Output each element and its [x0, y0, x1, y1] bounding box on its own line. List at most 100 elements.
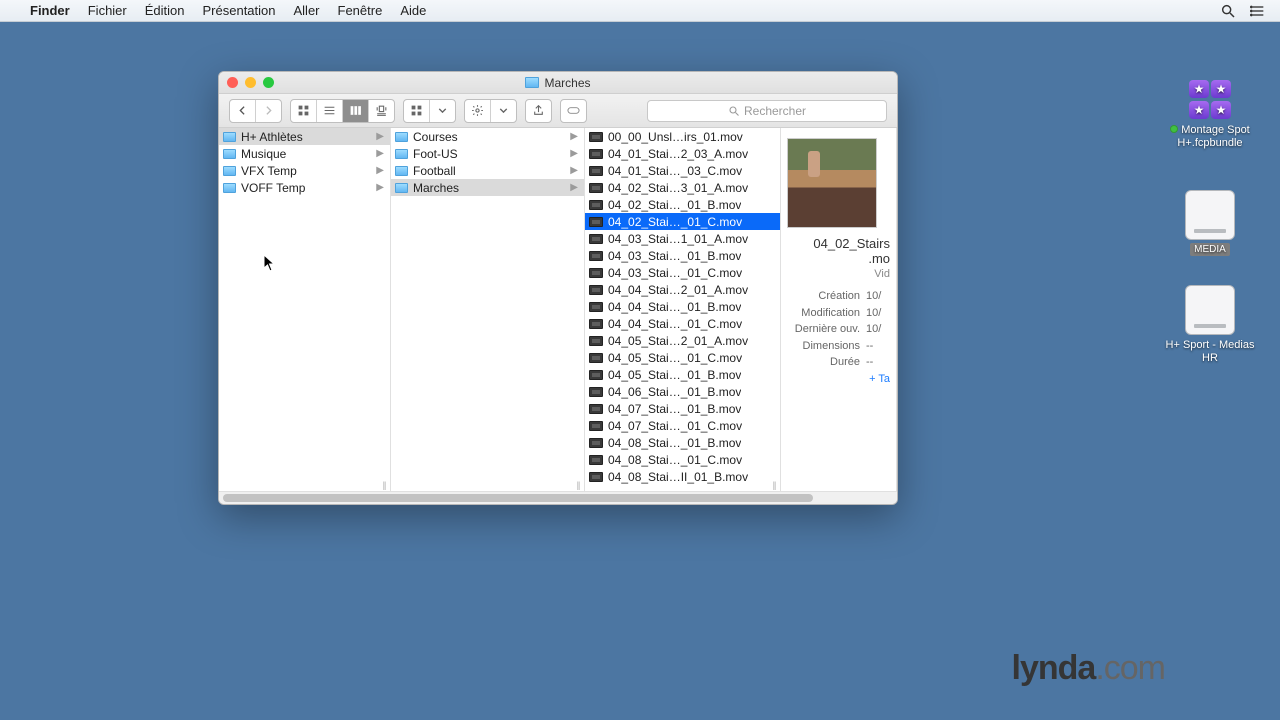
list-item-label: 04_02_Stai…_01_B.mov: [608, 198, 741, 212]
mouse-cursor-icon: [263, 254, 277, 275]
icon-view-button[interactable]: [291, 100, 317, 122]
forward-button[interactable]: [256, 100, 281, 122]
folder-icon: [395, 183, 408, 193]
desktop-icon-fcpbundle[interactable]: ★★★★ Montage Spot H+.fcpbundle: [1160, 80, 1260, 150]
movie-icon: [589, 472, 603, 482]
list-item[interactable]: 04_02_Stai…3_01_A.mov: [585, 179, 780, 196]
list-item[interactable]: Football▶: [391, 162, 584, 179]
drive-icon: [1185, 190, 1235, 240]
list-item[interactable]: VFX Temp▶: [219, 162, 390, 179]
menu-edit[interactable]: Édition: [145, 3, 185, 18]
column-2[interactable]: 00_00_Unsl…irs_01.mov04_01_Stai…2_03_A.m…: [585, 128, 781, 491]
list-item-label: 04_07_Stai…_01_C.mov: [608, 419, 742, 433]
list-item[interactable]: Musique▶: [219, 145, 390, 162]
list-item[interactable]: 00_00_Unsl…irs_01.mov: [585, 128, 780, 145]
list-item[interactable]: 04_08_Stai…II_01_B.mov: [585, 468, 780, 485]
action-button[interactable]: [464, 99, 517, 123]
menu-app[interactable]: Finder: [30, 3, 70, 18]
list-item[interactable]: 04_07_Stai…_01_B.mov: [585, 400, 780, 417]
column-0[interactable]: H+ Athlètes▶Musique▶VFX Temp▶VOFF Temp▶|…: [219, 128, 391, 491]
finder-window: Marches Rechercher: [218, 71, 898, 505]
folder-icon: [223, 183, 236, 193]
list-item[interactable]: 04_08_Stai…_01_B.mov: [585, 434, 780, 451]
list-item[interactable]: Courses▶: [391, 128, 584, 145]
list-item[interactable]: 04_04_Stai…_01_C.mov: [585, 315, 780, 332]
spotlight-icon[interactable]: [1220, 3, 1236, 19]
movie-icon: [589, 336, 603, 346]
meta-value: 10/: [866, 305, 890, 322]
meta-value: 10/: [866, 288, 890, 305]
menu-view[interactable]: Présentation: [203, 3, 276, 18]
search-input[interactable]: Rechercher: [647, 100, 887, 122]
menu-bar: Finder Fichier Édition Présentation Alle…: [0, 0, 1280, 22]
list-item[interactable]: 04_07_Stai…_01_C.mov: [585, 417, 780, 434]
column-resize-handle[interactable]: ||: [574, 480, 582, 490]
menu-help[interactable]: Aide: [400, 3, 426, 18]
list-item-label: 04_08_Stai…_01_C.mov: [608, 453, 742, 467]
horizontal-scrollbar[interactable]: [219, 491, 897, 504]
column-resize-handle[interactable]: ||: [380, 480, 388, 490]
window-titlebar[interactable]: Marches: [219, 72, 897, 94]
coverflow-view-button[interactable]: [369, 100, 394, 122]
desktop-icon-media[interactable]: MEDIA: [1160, 190, 1260, 256]
list-item[interactable]: 04_03_Stai…1_01_A.mov: [585, 230, 780, 247]
add-tags-link[interactable]: + Ta: [787, 373, 890, 385]
menu-file[interactable]: Fichier: [88, 3, 127, 18]
list-item-label: Football: [413, 164, 456, 178]
list-item-label: 04_04_Stai…2_01_A.mov: [608, 283, 748, 297]
folder-icon: [395, 132, 408, 142]
fcpbundle-icon: ★★★★: [1187, 80, 1233, 120]
list-item[interactable]: 04_05_Stai…_01_B.mov: [585, 366, 780, 383]
movie-icon: [589, 302, 603, 312]
list-item[interactable]: 04_03_Stai…_01_C.mov: [585, 264, 780, 281]
zoom-button[interactable]: [263, 77, 274, 88]
chevron-down-icon: [430, 100, 455, 122]
list-item[interactable]: 04_05_Stai…2_01_A.mov: [585, 332, 780, 349]
list-view-button[interactable]: [317, 100, 343, 122]
minimize-button[interactable]: [245, 77, 256, 88]
scrollbar-thumb[interactable]: [223, 494, 813, 502]
menu-window[interactable]: Fenêtre: [338, 3, 383, 18]
meta-key: Modification: [787, 305, 860, 322]
list-item[interactable]: 04_03_Stai…_01_B.mov: [585, 247, 780, 264]
list-item-label: 04_04_Stai…_01_B.mov: [608, 300, 741, 314]
chevron-right-icon: ▶: [376, 182, 384, 193]
list-item-label: VFX Temp: [241, 164, 297, 178]
menu-go[interactable]: Aller: [294, 3, 320, 18]
arrange-button[interactable]: [403, 99, 456, 123]
movie-icon: [589, 132, 603, 142]
list-item[interactable]: 04_01_Stai…_03_C.mov: [585, 162, 780, 179]
list-item-label: 04_01_Stai…_03_C.mov: [608, 164, 742, 178]
list-item-label: 04_08_Stai…II_01_B.mov: [608, 470, 748, 484]
toolbar: Rechercher: [219, 94, 897, 128]
tag-icon: [561, 100, 586, 122]
list-item[interactable]: 04_01_Stai…2_03_A.mov: [585, 145, 780, 162]
list-item[interactable]: 04_04_Stai…2_01_A.mov: [585, 281, 780, 298]
meta-key: Dernière ouv.: [787, 321, 860, 338]
close-button[interactable]: [227, 77, 238, 88]
meta-key: Création: [787, 288, 860, 305]
list-item[interactable]: 04_02_Stai…_01_B.mov: [585, 196, 780, 213]
list-item[interactable]: 04_04_Stai…_01_B.mov: [585, 298, 780, 315]
desktop-label-fcpbundle: Montage Spot H+.fcpbundle: [1177, 124, 1249, 149]
column-resize-handle[interactable]: ||: [770, 480, 778, 490]
list-item[interactable]: 04_02_Stai…_01_C.mov: [585, 213, 780, 230]
share-button[interactable]: [525, 99, 552, 123]
list-item[interactable]: 04_06_Stai…_01_B.mov: [585, 383, 780, 400]
window-title: Marches: [544, 76, 590, 90]
chevron-right-icon: ▶: [570, 182, 578, 193]
list-item[interactable]: 04_08_Stai…_01_C.mov: [585, 451, 780, 468]
list-item[interactable]: H+ Athlètes▶: [219, 128, 390, 145]
folder-icon: [395, 166, 408, 176]
list-item[interactable]: VOFF Temp▶: [219, 179, 390, 196]
list-item[interactable]: Marches▶: [391, 179, 584, 196]
movie-icon: [589, 404, 603, 414]
tags-button[interactable]: [560, 99, 587, 123]
desktop-icon-hplus[interactable]: H+ Sport - Medias HR: [1160, 285, 1260, 365]
column-1[interactable]: Courses▶Foot-US▶Football▶Marches▶||: [391, 128, 585, 491]
menu-extras-icon[interactable]: [1250, 3, 1266, 19]
column-view-button[interactable]: [343, 100, 369, 122]
back-button[interactable]: [230, 100, 256, 122]
list-item[interactable]: 04_05_Stai…_01_C.mov: [585, 349, 780, 366]
list-item[interactable]: Foot-US▶: [391, 145, 584, 162]
